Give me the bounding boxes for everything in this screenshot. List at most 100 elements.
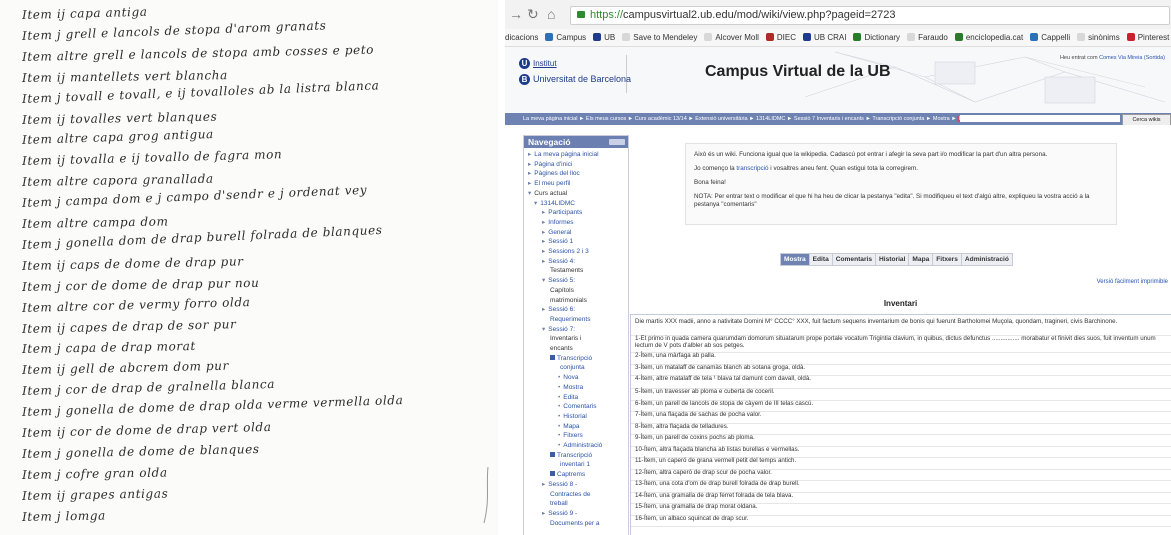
bookmark-label: enciclopedia.cat: [965, 33, 1024, 42]
block-controls-icon[interactable]: [609, 139, 625, 145]
nav-item[interactable]: ▸ Sessió 1: [542, 238, 573, 245]
nav-item[interactable]: Testaments: [550, 267, 583, 274]
nav-item[interactable]: ▸ Sessió 6:: [542, 306, 575, 313]
bookmark-item[interactable]: Campus: [545, 29, 586, 46]
bookmark-item[interactable]: Save to Mendeley: [622, 29, 697, 46]
reload-icon[interactable]: ↻: [527, 6, 539, 23]
bookmark-item[interactable]: dicacions: [505, 29, 538, 46]
inventory-row-text: 12-Ítem, altra caperó de drap scur de po…: [635, 468, 772, 476]
nav-item[interactable]: Inventaris i: [550, 335, 581, 342]
nav-item[interactable]: • Comentaris: [558, 403, 597, 410]
collapse-arrow-icon: ▸: [542, 306, 546, 314]
tab-administració[interactable]: Administració: [960, 253, 1013, 266]
nav-item[interactable]: ▸ El meu perfil: [528, 180, 570, 187]
breadcrumb-item[interactable]: Extensió universitària ►: [694, 116, 754, 122]
url-field[interactable]: https://campusvirtual2.ub.edu/mod/wiki/v…: [570, 6, 1170, 25]
nav-item[interactable]: Contractes de: [550, 491, 590, 498]
bookmark-item[interactable]: sinònims: [1077, 29, 1120, 46]
nav-item[interactable]: Transcripció: [550, 451, 592, 459]
nav-item[interactable]: Requeriments: [550, 316, 590, 323]
nav-item[interactable]: • Edita: [558, 394, 578, 401]
tab-mapa[interactable]: Mapa: [908, 253, 934, 266]
breadcrumb-item[interactable]: Curs acadèmic 13/14 ►: [633, 116, 694, 122]
transcription-link[interactable]: transcripció: [736, 165, 768, 172]
nav-item[interactable]: inventari 1: [560, 461, 590, 468]
nav-item[interactable]: matrimonials: [550, 297, 587, 304]
nav-item[interactable]: encants: [550, 345, 573, 352]
nav-item[interactable]: ▸ La meva pàgina inicial: [528, 151, 599, 158]
nav-item[interactable]: ▾ Sessió 7:: [542, 326, 575, 333]
tab-historial[interactable]: Historial: [875, 253, 910, 266]
nav-item[interactable]: • Nova: [558, 374, 578, 381]
main-content: Això és un wiki. Funciona igual que la w…: [630, 135, 1171, 535]
nav-item[interactable]: • Mapa: [558, 423, 580, 430]
breadcrumb-item[interactable]: La meva pàgina inicial ►: [523, 116, 584, 122]
institution-link[interactable]: Institut: [533, 59, 557, 68]
bookmark-item[interactable]: Pinterest: [1126, 29, 1169, 46]
nav-item[interactable]: ▸ Pàgina d'inici: [528, 161, 572, 168]
bookmark-item[interactable]: UB CRAI: [803, 29, 846, 46]
bookmark-item[interactable]: UB: [593, 29, 615, 46]
breadcrumb-item[interactable]: Transcripció conjunta ►: [871, 116, 931, 122]
tab-mostra[interactable]: Mostra: [780, 253, 810, 266]
inventory-content: Die martis XXX madii, anno a nativitate …: [630, 314, 1171, 535]
manuscript-line: Item j capa de drap morat: [21, 339, 197, 357]
nav-item[interactable]: ▸ Pàgines del lloc: [528, 170, 580, 177]
nav-item[interactable]: conjunta: [560, 364, 585, 371]
bookmark-item[interactable]: Alcover Moll: [704, 29, 759, 46]
bookmark-label: UB: [604, 33, 616, 42]
home-icon[interactable]: ⌂: [547, 6, 555, 22]
nav-item[interactable]: ▸ Participants: [542, 209, 582, 216]
tab-comentaris[interactable]: Comentaris: [831, 253, 877, 266]
nav-item[interactable]: ▾ 1314LIDMC: [534, 200, 575, 207]
inventory-row-text: 5-Ítem, un travesser ab ploma e cuberta …: [635, 388, 775, 395]
bookmark-item[interactable]: DIEC: [765, 29, 796, 46]
breadcrumb-item[interactable]: Els meus cursos ►: [584, 116, 633, 122]
login-user-link[interactable]: Comes Via Mireia (Sortida): [1099, 55, 1165, 61]
bookmark-item[interactable]: enciclopedia.cat: [954, 29, 1024, 46]
nav-item[interactable]: Captrems: [550, 471, 585, 478]
tab-edita[interactable]: Edita: [808, 253, 833, 266]
nav-item[interactable]: Transcripció: [550, 354, 592, 362]
intro-paragraph-1: Això és un wiki. Funciona igual que la w…: [694, 151, 1048, 158]
nav-item[interactable]: Documents per a: [550, 520, 600, 527]
bookmark-label: sinònims: [1088, 33, 1120, 42]
nav-item[interactable]: ▸ Sessió 9 -: [542, 510, 577, 517]
bookmark-item[interactable]: Cappelli: [1030, 29, 1070, 46]
nav-item[interactable]: ▾ Curs actual: [528, 190, 567, 197]
breadcrumb-item[interactable]: Sessió 7 Inventaris i encants ►: [792, 116, 871, 122]
inventory-row-text: 9-Ítem, un parell de coxins pochs ab plo…: [635, 434, 755, 441]
nav-item[interactable]: ▸ General: [542, 229, 571, 236]
browser-window: → ↻ ⌂ https://campusvirtual2.ub.edu/mod/…: [505, 0, 1171, 535]
intro-note: NOTA: Per entrar text o modificar el que…: [694, 193, 1090, 208]
nav-item[interactable]: treball: [550, 500, 568, 507]
bookmark-label: Faraudo: [918, 33, 948, 42]
bookmark-label: Dictionary: [864, 33, 901, 42]
tab-fitxers[interactable]: Fitxers: [932, 253, 962, 266]
breadcrumb-bar: La meva pàgina inicial ► Els meus cursos…: [505, 113, 1171, 125]
bookmark-label: dicacions: [505, 33, 539, 42]
nav-item[interactable]: ▾ Sessió 5:: [542, 277, 575, 284]
nav-item[interactable]: ▸ Sessió 8 -: [542, 481, 577, 488]
intro-p2-end: i vosaltres aneu fent. Quan estigui tota…: [768, 165, 919, 172]
wiki-search-input[interactable]: [960, 115, 1120, 122]
nav-item[interactable]: • Mostra: [558, 384, 583, 391]
nav-item[interactable]: • Fitxers: [558, 432, 583, 439]
nav-item[interactable]: ▸ Sessió 4:: [542, 258, 575, 265]
search-wikis-button[interactable]: Cerca wikis: [1122, 114, 1171, 125]
manuscript-line: Item j grell e lancols de stopa d'arom g…: [21, 18, 327, 43]
nav-item-label: inventari 1: [560, 461, 590, 469]
breadcrumb-item[interactable]: Mostra ►: [931, 116, 957, 122]
breadcrumb-item[interactable]: 1314LIDMC ►: [755, 116, 792, 122]
nav-item[interactable]: ▸ Sessions 2 i 3: [542, 248, 589, 255]
bookmark-favicon-icon: [765, 33, 774, 41]
printable-version-link[interactable]: Versió fàcilment imprimible: [1097, 279, 1168, 285]
bookmark-item[interactable]: Faraudo: [907, 29, 948, 46]
nav-item[interactable]: • Administració: [558, 442, 602, 449]
nav-item[interactable]: ▸ Informes: [542, 219, 574, 226]
nav-item[interactable]: Capítols: [550, 287, 574, 294]
bookmark-item[interactable]: Dictionary: [853, 29, 900, 46]
ub-logo[interactable]: U Institut B Universitat de Barcelona: [515, 55, 631, 93]
nav-item[interactable]: • Historial: [558, 413, 587, 420]
forward-icon[interactable]: →: [509, 6, 523, 22]
